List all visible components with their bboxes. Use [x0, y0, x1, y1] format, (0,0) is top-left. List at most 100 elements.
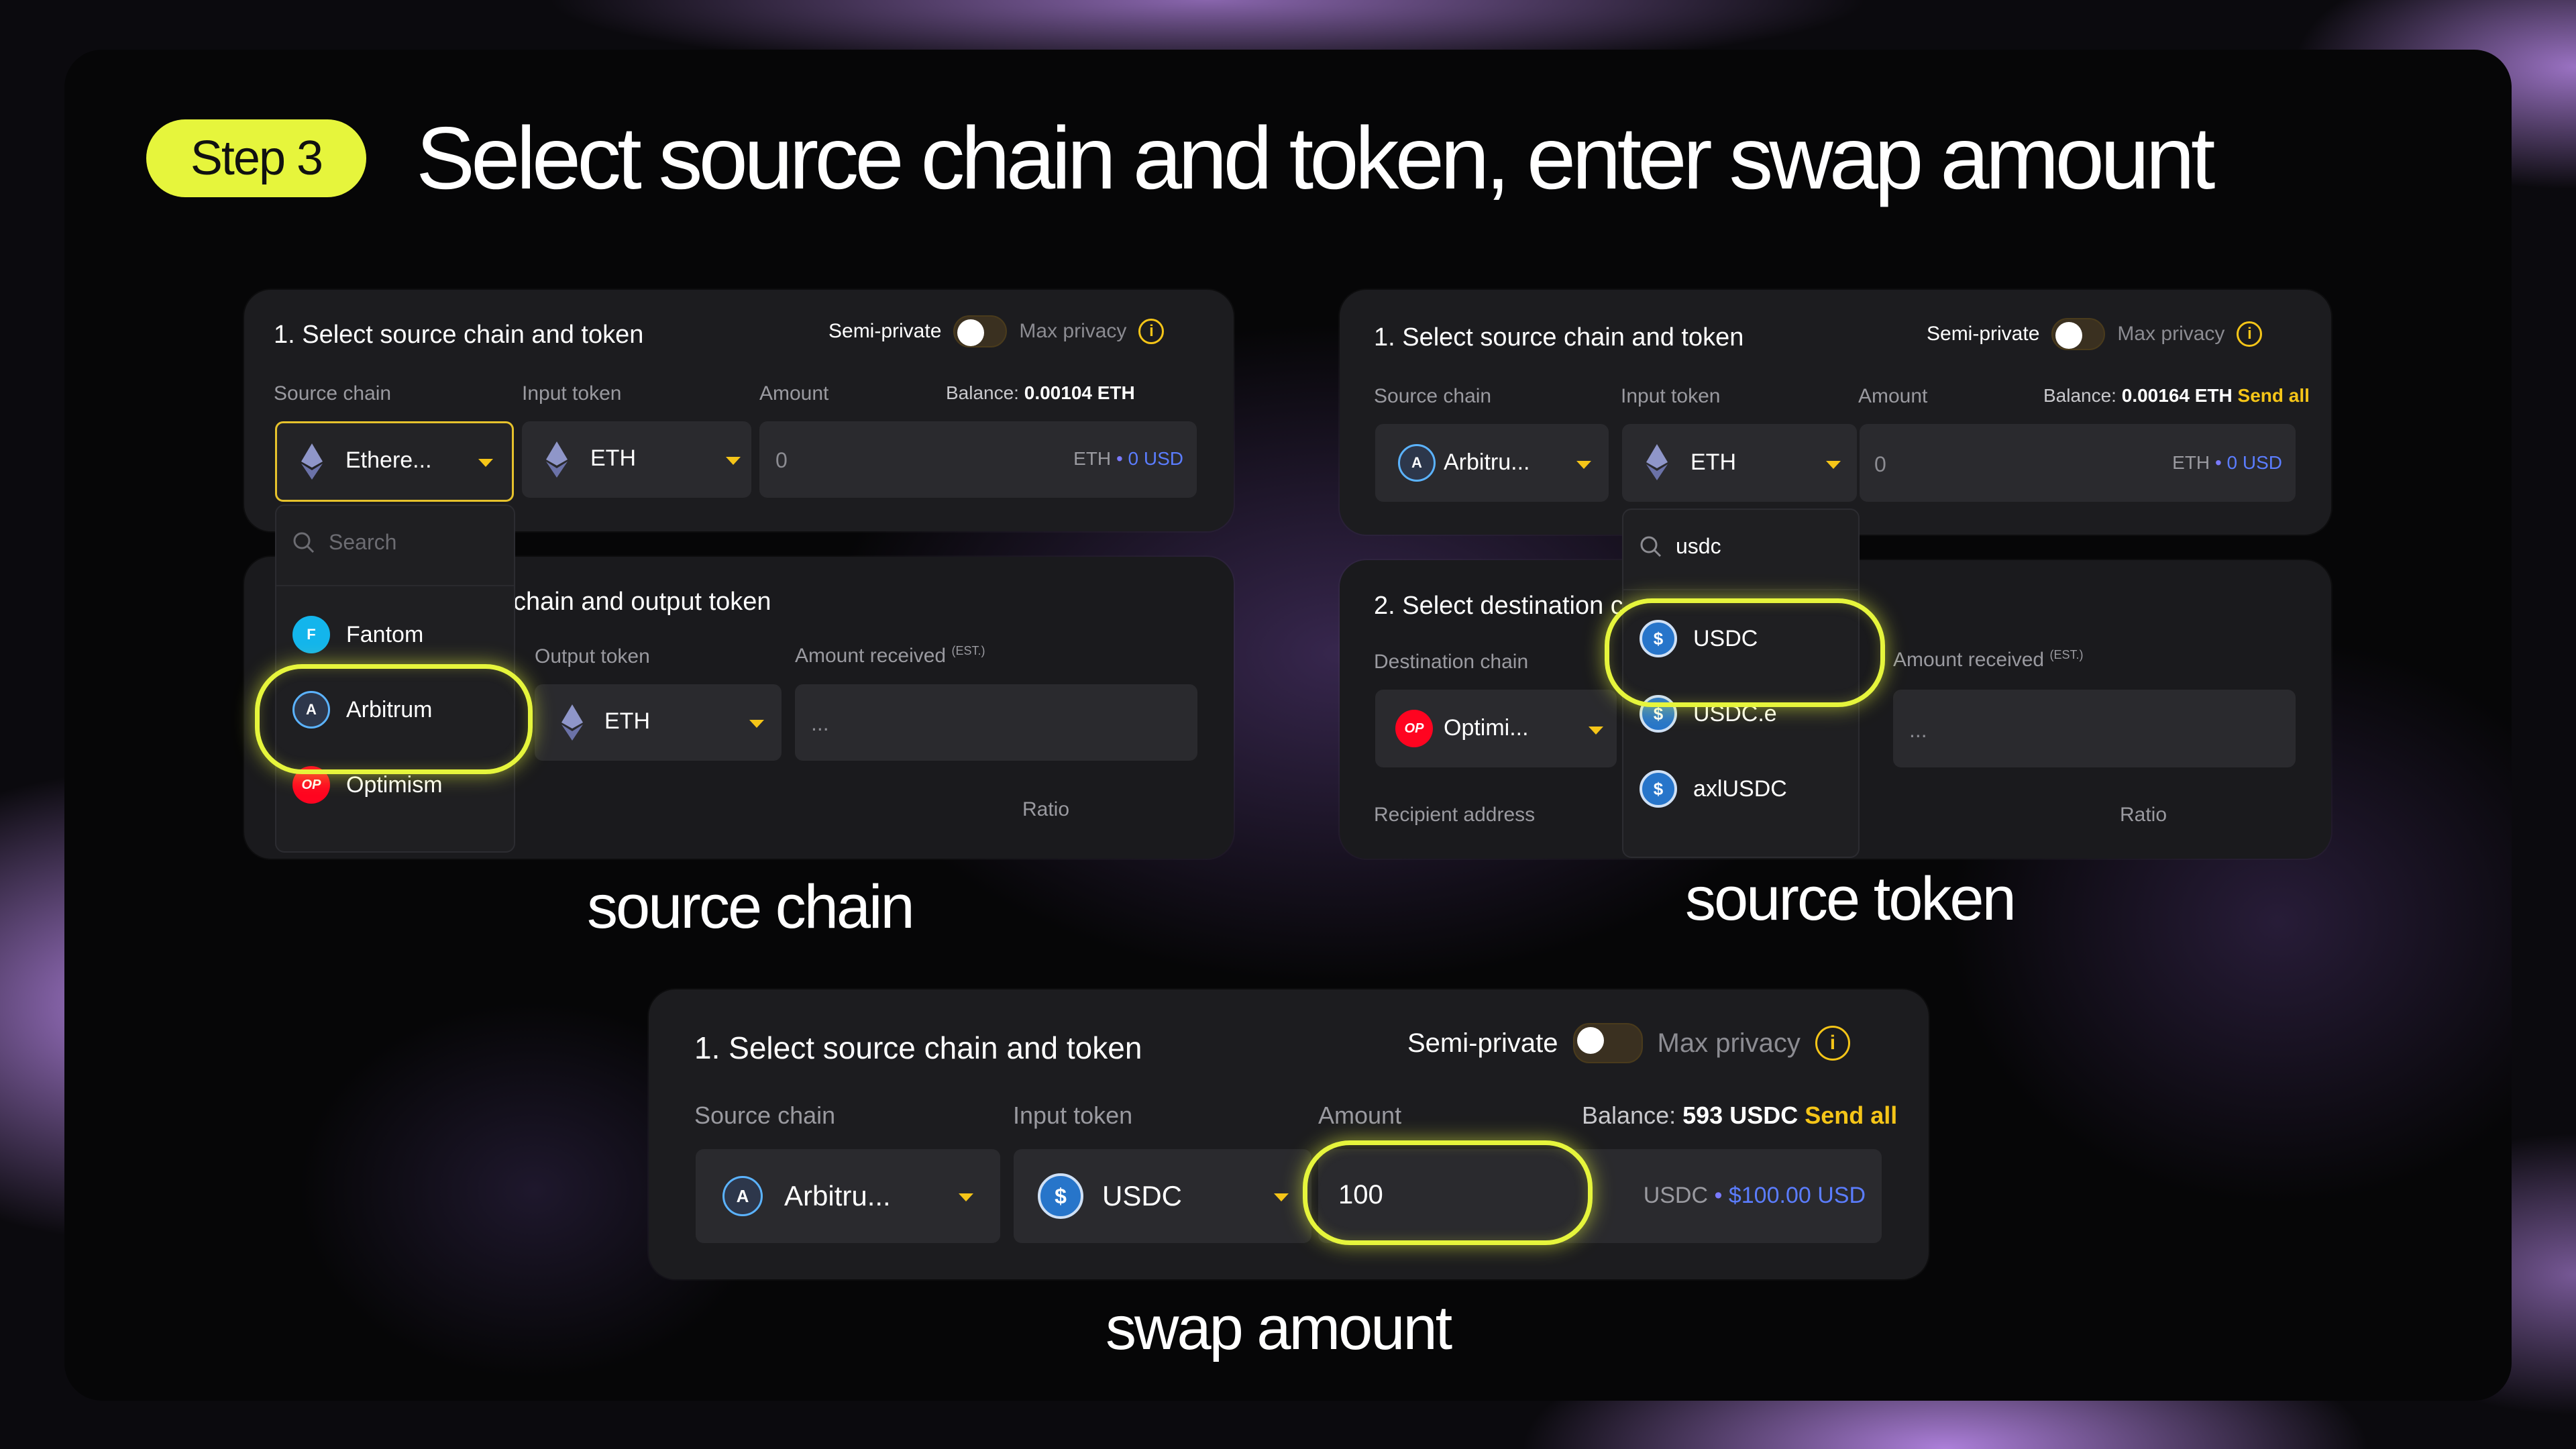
usd-conversion: USDC • $100.00 USD — [1643, 1183, 1866, 1208]
ethereum-icon — [546, 441, 568, 478]
highlight-ring-arbitrum — [255, 664, 533, 774]
chevron-down-icon — [478, 459, 493, 467]
usdc-icon: $ — [1038, 1173, 1083, 1219]
input-token-label: Input token — [1621, 385, 1721, 407]
panel1-step2-fragment: chain and output token — [513, 588, 771, 616]
source-chain-label: Source chain — [1374, 385, 1492, 407]
step-badge: Step 3 — [146, 119, 366, 197]
info-icon[interactable]: i — [1815, 1026, 1850, 1061]
source-chain-value: Arbitru... — [1444, 449, 1530, 475]
amount-received-field: ... — [795, 684, 1197, 761]
ethereum-icon — [301, 443, 323, 480]
chevron-down-icon — [1274, 1193, 1289, 1201]
ethereum-icon — [1646, 444, 1668, 480]
input-token-value: ETH — [1690, 449, 1736, 475]
destination-chain-value: Optimi... — [1444, 715, 1529, 741]
usd-conversion: ETH • 0 USD — [1073, 448, 1183, 469]
destination-chain-select[interactable]: OP Optimi... — [1375, 690, 1617, 767]
max-privacy-label: Max privacy — [1019, 320, 1127, 342]
panel3-title: 1. Select source chain and token — [694, 1030, 1142, 1065]
chevron-down-icon — [1589, 727, 1603, 735]
privacy-switch[interactable] — [2051, 318, 2106, 350]
recipient-address-label: Recipient address — [1374, 804, 1536, 826]
ratio-label: Ratio — [1022, 798, 1070, 820]
output-token-label: Output token — [535, 645, 650, 667]
amount-received-label: Amount received (EST.) — [795, 644, 985, 667]
dropdown-divider — [1623, 589, 1858, 590]
option-label: Fantom — [346, 621, 424, 647]
highlight-ring-amount — [1303, 1140, 1593, 1245]
max-privacy-label: Max privacy — [2117, 323, 2225, 345]
token-search-input[interactable]: usdc — [1640, 534, 1721, 559]
send-all-link[interactable]: Send all — [2238, 385, 2310, 406]
source-chain-label: Source chain — [694, 1102, 836, 1129]
source-chain-select[interactable]: Ethere... — [275, 421, 514, 502]
received-value: ... — [811, 711, 829, 735]
source-chain-select[interactable]: A Arbitru... — [696, 1149, 1000, 1243]
balance-text: Balance: 0.00104 ETH — [946, 382, 1135, 403]
dropdown-divider — [276, 585, 514, 586]
chevron-down-icon — [726, 457, 741, 465]
token-option-axlusdc[interactable]: $ axlUSDC — [1640, 770, 1787, 808]
semi-private-label: Semi-private — [828, 320, 942, 342]
arbitrum-icon: A — [1398, 444, 1436, 482]
balance-text: Balance: 593 USDC Send all — [1582, 1102, 1898, 1129]
info-icon[interactable]: i — [2237, 321, 2263, 347]
highlight-ring-usdc — [1605, 598, 1885, 707]
input-token-select[interactable]: ETH — [522, 421, 751, 498]
semi-private-label: Semi-private — [1407, 1028, 1558, 1058]
source-chain-value: Ethere... — [345, 447, 432, 473]
amount-label: Amount — [759, 382, 829, 405]
usd-conversion: ETH • 0 USD — [2172, 452, 2282, 473]
ethereum-icon — [561, 704, 583, 741]
ratio-label: Ratio — [2120, 804, 2167, 826]
source-chain-select[interactable]: A Arbitru... — [1375, 424, 1609, 502]
info-icon[interactable]: i — [1138, 319, 1165, 344]
chevron-down-icon — [749, 720, 764, 728]
panel1-title: 1. Select source chain and token — [274, 321, 644, 349]
input-token-select[interactable]: $ USDC — [1014, 1149, 1311, 1243]
amount-input[interactable]: 0 ETH • 0 USD — [1860, 424, 2296, 502]
chain-search-input[interactable]: Search — [292, 530, 396, 555]
privacy-switch[interactable] — [953, 315, 1008, 347]
amount-value: 0 — [1874, 452, 1886, 476]
panel2-privacy-toggle[interactable]: Semi-private Max privacy i — [1927, 318, 2263, 350]
panel1-privacy-toggle[interactable]: Semi-private Max privacy i — [828, 315, 1165, 347]
received-value: ... — [1909, 718, 1927, 742]
balance-text: Balance: 0.00164 ETH Send all — [2043, 385, 2310, 406]
caption-source-chain: source chain — [587, 873, 915, 941]
input-token-select[interactable]: ETH — [1622, 424, 1857, 502]
usdc-icon: $ — [1640, 770, 1677, 808]
option-label: axlUSDC — [1693, 775, 1787, 802]
panel2-title: 1. Select source chain and token — [1374, 323, 1744, 352]
panel2-step2-title: 2. Select destination c — [1374, 592, 1623, 620]
caption-source-token: source token — [1685, 865, 2017, 933]
panel3-privacy-toggle[interactable]: Semi-private Max privacy i — [1407, 1023, 1850, 1063]
search-icon — [1640, 536, 1662, 557]
amount-received-field: ... — [1893, 690, 2296, 767]
privacy-switch[interactable] — [1572, 1023, 1643, 1063]
fantom-icon: F — [292, 616, 330, 653]
chevron-down-icon — [959, 1193, 973, 1201]
input-token-value: USDC — [1102, 1180, 1183, 1212]
max-privacy-label: Max privacy — [1657, 1028, 1801, 1058]
source-chain-value: Arbitru... — [784, 1180, 891, 1212]
amount-label: Amount — [1318, 1102, 1402, 1129]
chain-option-fantom[interactable]: F Fantom — [292, 616, 423, 653]
chevron-down-icon — [1826, 461, 1841, 469]
output-token-value: ETH — [604, 708, 650, 734]
semi-private-label: Semi-private — [1927, 323, 2040, 345]
chevron-down-icon — [1576, 461, 1591, 469]
send-all-link[interactable]: Send all — [1805, 1102, 1897, 1129]
amount-value: 0 — [775, 448, 788, 472]
optimism-icon: OP — [1395, 710, 1433, 747]
amount-received-label: Amount received (EST.) — [1893, 648, 2084, 671]
amount-input[interactable]: 0 ETH • 0 USD — [759, 421, 1197, 498]
search-value: usdc — [1676, 534, 1721, 558]
arbitrum-icon: A — [722, 1176, 763, 1216]
output-token-select[interactable]: ETH — [535, 684, 782, 761]
input-token-value: ETH — [590, 445, 636, 471]
input-token-label: Input token — [522, 382, 622, 405]
input-token-label: Input token — [1013, 1102, 1133, 1129]
caption-swap-amount: swap amount — [1106, 1294, 1452, 1362]
